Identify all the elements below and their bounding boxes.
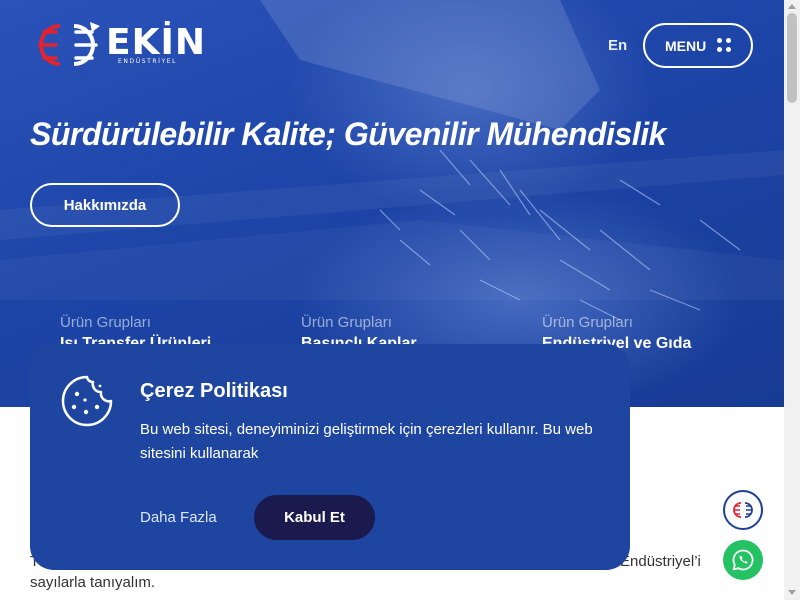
- scrollbar-thumb[interactable]: [787, 13, 797, 103]
- hero-headline: Sürdürülebilir Kalite; Güvenilir Mühendi…: [30, 116, 666, 152]
- cookie-text: Bu web sitesi, deneyiminizi geliştirmek …: [140, 421, 593, 462]
- menu-button[interactable]: MENU: [643, 23, 753, 68]
- menu-label: MENU: [665, 37, 707, 54]
- cookie-consent-dialog: Çerez Politikası Bu web sitesi, deneyimi…: [30, 344, 630, 570]
- about-button[interactable]: Hakkımızda: [30, 183, 180, 227]
- ekin-logo-icon: [38, 22, 100, 66]
- product-group-label: Ürün Grupları: [542, 314, 633, 331]
- cookie-more-link[interactable]: Daha Fazla: [140, 509, 217, 526]
- scroll-up-arrow-icon[interactable]: [788, 4, 796, 9]
- intro-text-line2: sayılarla tanıyalım.: [30, 574, 156, 591]
- whatsapp-button[interactable]: [723, 540, 763, 580]
- language-switch[interactable]: En: [608, 37, 627, 54]
- brand-logo[interactable]: EKİN ENDÜSTRİYEL: [30, 18, 205, 72]
- intro-text-end: Endüstriyel’i: [620, 553, 701, 570]
- scroll-down-arrow-icon[interactable]: [788, 590, 796, 595]
- brand-name: EKİN: [106, 22, 207, 63]
- cookie-icon: [61, 375, 113, 427]
- ekin-logo-icon: [733, 502, 753, 518]
- product-group-label: Ürün Grupları: [60, 314, 151, 331]
- brand-subtitle: ENDÜSTRİYEL: [118, 58, 178, 65]
- cookie-title: Çerez Politikası: [140, 380, 288, 402]
- product-group-label: Ürün Grupları: [301, 314, 392, 331]
- floating-logo-button[interactable]: [723, 490, 763, 530]
- cookie-accept-button[interactable]: Kabul Et: [254, 495, 375, 540]
- grid-dots-icon: [717, 38, 731, 52]
- page-scrollbar[interactable]: [784, 0, 800, 600]
- whatsapp-icon: [732, 549, 754, 571]
